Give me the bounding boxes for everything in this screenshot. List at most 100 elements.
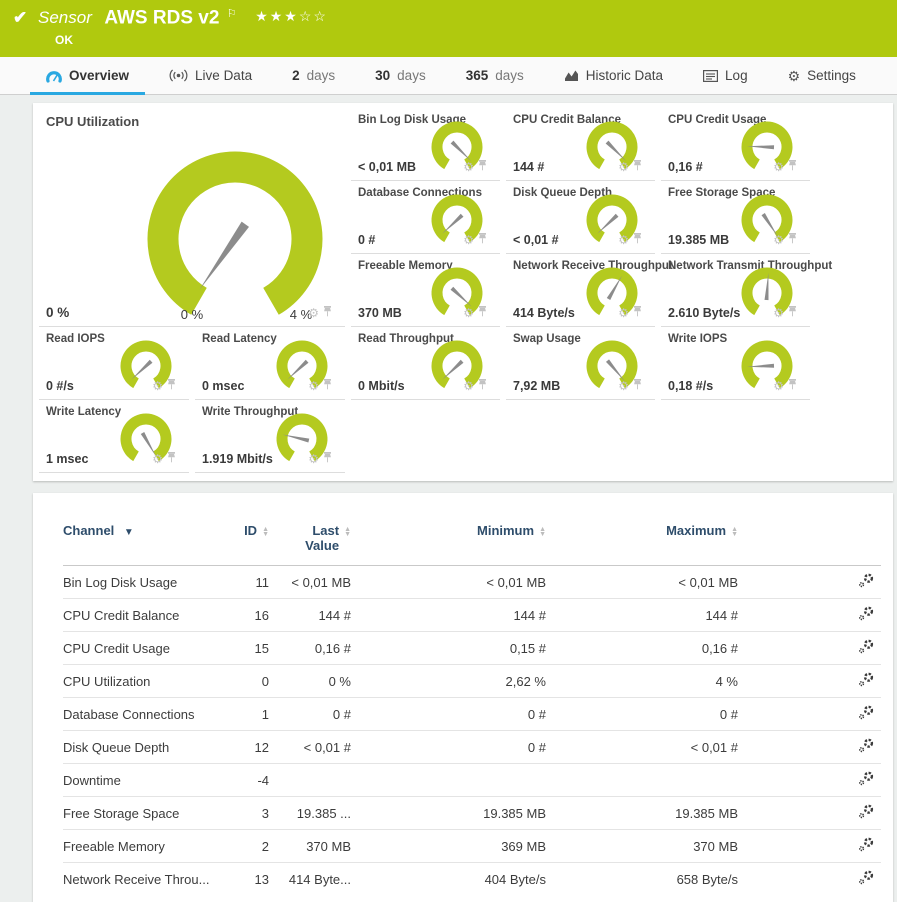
column-header-id[interactable]: ID▲▼ [233, 519, 273, 566]
gauge-read-throughput[interactable]: Read Throughput0 Mbit/s⚙ [351, 327, 500, 400]
pin-icon[interactable] [167, 377, 176, 395]
gauge-actions: ⚙ [773, 158, 797, 176]
pin-icon[interactable] [633, 158, 642, 176]
channel-settings-icon[interactable] [858, 672, 875, 690]
tab-log[interactable]: Log [683, 57, 768, 94]
cell-channel: Disk Queue Depth [63, 731, 233, 764]
tab-2-days[interactable]: 2 days [272, 57, 355, 94]
gauge-settings-icon[interactable]: ⚙ [618, 161, 629, 173]
sensor-name: AWS RDS v2 [104, 7, 219, 28]
cell-maximum: 0,16 # [550, 632, 742, 665]
gauge-settings-icon[interactable]: ⚙ [152, 380, 163, 392]
tab-365-days[interactable]: 365 days [446, 57, 544, 94]
tab-overview[interactable]: Overview [26, 57, 149, 94]
gauge-read-latency[interactable]: Read Latency0 msec⚙ [195, 327, 345, 400]
column-header-minimum[interactable]: Minimum▲▼ [355, 519, 550, 566]
column-header-last-value[interactable]: Last Value▲▼ [273, 519, 355, 566]
cell-last-value: < 0,01 MB [273, 566, 355, 599]
cell-actions [742, 731, 881, 764]
cell-minimum: 0,15 # [355, 632, 550, 665]
gauge-actions: ⚙ [773, 231, 797, 249]
gauge-settings-icon[interactable]: ⚙ [618, 234, 629, 246]
column-header-maximum[interactable]: Maximum▲▼ [550, 519, 742, 566]
gauge-settings-icon[interactable]: ⚙ [152, 453, 163, 465]
pin-icon[interactable] [633, 231, 642, 249]
gauge-cpu-credit-balance[interactable]: CPU Credit Balance144 #⚙ [506, 108, 655, 181]
table-row: Downtime-4 [63, 764, 881, 797]
gauge-settings-icon[interactable]: ⚙ [773, 380, 784, 392]
pin-icon[interactable] [478, 377, 487, 395]
pin-icon[interactable] [478, 304, 487, 322]
column-header-channel[interactable]: Channel ▼ [63, 519, 233, 566]
pin-icon[interactable] [478, 231, 487, 249]
channel-settings-icon[interactable] [858, 738, 875, 756]
gauge-swap-usage[interactable]: Swap Usage7,92 MB⚙ [506, 327, 655, 400]
channel-settings-icon[interactable] [858, 771, 875, 789]
table-row: Network Receive Throu...13414 Byte...404… [63, 863, 881, 896]
pin-icon[interactable] [323, 450, 332, 468]
gauge-network-receive-throughput[interactable]: Network Receive Throughput414 Byte/s⚙ [506, 254, 655, 327]
table-row: CPU Credit Balance16144 #144 #144 # [63, 599, 881, 632]
gauge-bin-log-disk-usage[interactable]: Bin Log Disk Usage< 0,01 MB⚙ [351, 108, 500, 181]
gauge-write-throughput[interactable]: Write Throughput1.919 Mbit/s⚙ [195, 400, 345, 473]
cell-maximum: 144 # [550, 599, 742, 632]
gauge-value: 19.385 MB [668, 233, 729, 247]
channel-settings-icon[interactable] [858, 573, 875, 591]
gauge-settings-icon[interactable]: ⚙ [308, 307, 319, 319]
gauge-settings-icon[interactable]: ⚙ [463, 234, 474, 246]
tab-30-days[interactable]: 30 days [355, 57, 446, 94]
pin-icon[interactable] [788, 231, 797, 249]
gauge-settings-icon[interactable]: ⚙ [773, 161, 784, 173]
table-row: Bin Log Disk Usage11< 0,01 MB< 0,01 MB< … [63, 566, 881, 599]
tab-live-data[interactable]: Live Data [149, 57, 272, 94]
gauge-settings-icon[interactable]: ⚙ [463, 161, 474, 173]
channel-settings-icon[interactable] [858, 606, 875, 624]
gauge-free-storage-space[interactable]: Free Storage Space19.385 MB⚙ [661, 181, 810, 254]
gauge-write-latency[interactable]: Write Latency1 msec⚙ [39, 400, 189, 473]
channel-settings-icon[interactable] [858, 804, 875, 822]
pin-icon[interactable] [633, 377, 642, 395]
gauge-actions: ⚙ [773, 377, 797, 395]
channel-settings-icon[interactable] [858, 870, 875, 888]
gauge-cpu-utilization[interactable]: CPU Utilization 0 %4 % 0 % ⚙ [39, 108, 345, 327]
pin-icon[interactable] [478, 158, 487, 176]
sort-icon: ▲▼ [731, 527, 738, 537]
cell-last-value: 19.385 ... [273, 797, 355, 830]
channel-settings-icon[interactable] [858, 705, 875, 723]
cell-actions [742, 698, 881, 731]
gauge-settings-icon[interactable]: ⚙ [463, 380, 474, 392]
gauge-read-iops[interactable]: Read IOPS0 #/s⚙ [39, 327, 189, 400]
gauge-actions: ⚙ [618, 377, 642, 395]
gauge-network-transmit-throughput[interactable]: Network Transmit Throughput2.610 Byte/s⚙ [661, 254, 810, 327]
flag-icon[interactable]: ⚐ [227, 8, 237, 20]
gauge-settings-icon[interactable]: ⚙ [463, 307, 474, 319]
pin-icon[interactable] [633, 304, 642, 322]
gauge-icon [46, 69, 62, 83]
pin-icon[interactable] [788, 377, 797, 395]
gauge-write-iops[interactable]: Write IOPS0,18 #/s⚙ [661, 327, 810, 400]
gauge-settings-icon[interactable]: ⚙ [773, 234, 784, 246]
cell-last-value: < 0,01 # [273, 731, 355, 764]
pin-icon[interactable] [323, 377, 332, 395]
pin-icon[interactable] [788, 158, 797, 176]
gauge-freeable-memory[interactable]: Freeable Memory370 MB⚙ [351, 254, 500, 327]
gauge-database-connections[interactable]: Database Connections0 #⚙ [351, 181, 500, 254]
gauge-settings-icon[interactable]: ⚙ [618, 380, 629, 392]
channel-settings-icon[interactable] [858, 639, 875, 657]
priority-stars[interactable]: ★★★☆☆ [255, 8, 328, 24]
pin-icon[interactable] [167, 450, 176, 468]
tab-historic-data[interactable]: Historic Data [544, 57, 683, 94]
cell-channel: CPU Utilization [63, 665, 233, 698]
pin-icon[interactable] [788, 304, 797, 322]
gauge-settings-icon[interactable]: ⚙ [773, 307, 784, 319]
gauge-disk-queue-depth[interactable]: Disk Queue Depth< 0,01 #⚙ [506, 181, 655, 254]
pin-icon[interactable] [323, 304, 332, 322]
gauge-settings-icon[interactable]: ⚙ [308, 453, 319, 465]
tab-settings[interactable]: ⚙ Settings [768, 57, 876, 94]
gauge-settings-icon[interactable]: ⚙ [618, 307, 629, 319]
table-row: CPU Utilization00 %2,62 %4 % [63, 665, 881, 698]
gauge-cpu-credit-usage[interactable]: CPU Credit Usage0,16 #⚙ [661, 108, 810, 181]
gauge-settings-icon[interactable]: ⚙ [308, 380, 319, 392]
column-header-actions [742, 519, 881, 566]
channel-settings-icon[interactable] [858, 837, 875, 855]
